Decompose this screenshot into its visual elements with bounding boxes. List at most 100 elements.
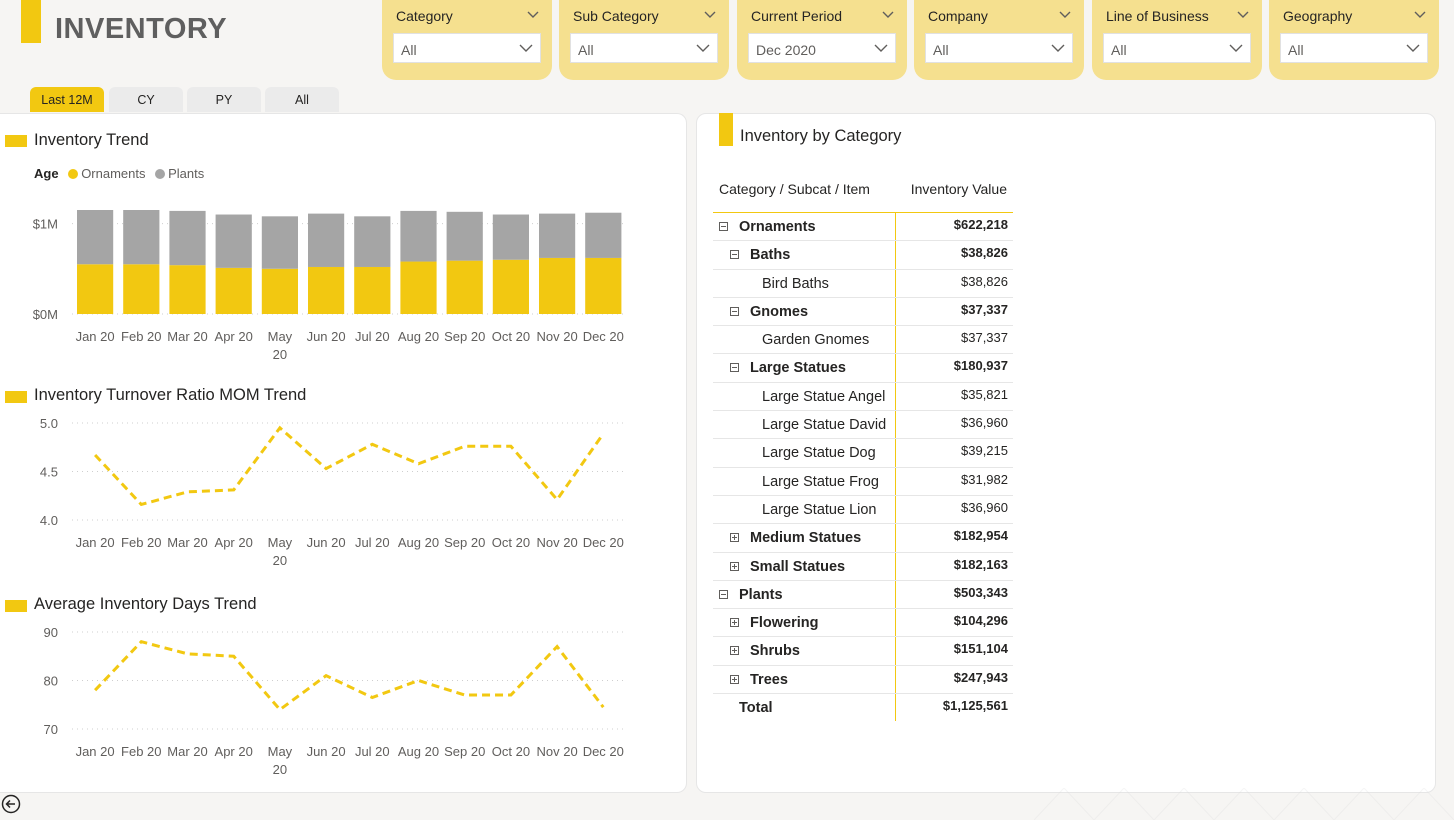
bar-plants[interactable]: [585, 212, 622, 258]
data-point[interactable]: [277, 425, 283, 431]
data-point[interactable]: [462, 692, 468, 698]
column-divider: [895, 241, 896, 269]
column-divider: [895, 382, 896, 411]
matrix-row-label: Plants: [739, 586, 783, 603]
chevron-down-icon[interactable]: [1236, 8, 1250, 22]
data-point[interactable]: [554, 644, 560, 650]
bar-plants[interactable]: [400, 210, 437, 262]
tab-last-12m[interactable]: Last 12M: [30, 87, 104, 112]
matrix-row-value: $622,218: [953, 217, 1008, 232]
data-point[interactable]: [369, 694, 375, 700]
bar-plants[interactable]: [492, 214, 529, 260]
chevron-down-icon[interactable]: [1413, 8, 1427, 22]
data-point[interactable]: [508, 692, 514, 698]
data-point[interactable]: [185, 651, 191, 657]
data-point[interactable]: [416, 461, 422, 467]
x-tick-label: Feb 20: [121, 744, 161, 759]
bar-ornaments[interactable]: [215, 267, 252, 314]
chevron-down-icon[interactable]: [881, 8, 895, 22]
bar-ornaments[interactable]: [261, 268, 298, 314]
chevron-down-icon[interactable]: [1228, 41, 1244, 55]
bar-plants[interactable]: [539, 213, 576, 258]
data-point[interactable]: [185, 489, 191, 495]
data-point[interactable]: [600, 704, 606, 710]
data-point[interactable]: [508, 443, 514, 449]
tab-cy[interactable]: CY: [109, 87, 183, 112]
data-point[interactable]: [369, 441, 375, 447]
chevron-down-icon[interactable]: [526, 8, 540, 22]
chevron-down-icon[interactable]: [873, 41, 889, 55]
bar-plants[interactable]: [261, 216, 298, 269]
collapse-icon[interactable]: [719, 589, 728, 599]
trend-line[interactable]: [94, 640, 605, 712]
data-point[interactable]: [92, 452, 98, 458]
data-point[interactable]: [138, 501, 144, 507]
bar-ornaments[interactable]: [123, 264, 160, 314]
chevron-down-icon[interactable]: [1058, 8, 1072, 22]
slicer-dropdown[interactable]: All: [393, 33, 541, 63]
bar-ornaments[interactable]: [77, 264, 114, 314]
chevron-down-icon[interactable]: [518, 41, 534, 55]
bar-plants[interactable]: [308, 213, 345, 267]
back-arrow-icon[interactable]: [1, 794, 21, 814]
slicer-dropdown[interactable]: All: [570, 33, 718, 63]
data-point[interactable]: [92, 687, 98, 693]
bar-plants[interactable]: [446, 211, 483, 261]
matrix-row: Garden Gnomes $37,337: [713, 326, 1013, 355]
x-tick-label: Feb 20: [121, 535, 161, 550]
data-point[interactable]: [231, 487, 237, 493]
data-point[interactable]: [462, 443, 468, 449]
bar-ornaments[interactable]: [539, 257, 576, 314]
bar-ornaments[interactable]: [354, 266, 391, 314]
expand-icon[interactable]: [730, 618, 739, 628]
slicer-dropdown[interactable]: All: [925, 33, 1073, 63]
bar-plants[interactable]: [354, 216, 391, 267]
data-point[interactable]: [231, 653, 237, 659]
collapse-icon[interactable]: [730, 250, 739, 260]
tab-py[interactable]: PY: [187, 87, 261, 112]
collapse-icon[interactable]: [730, 363, 739, 373]
x-tick-label: Oct 20: [492, 535, 530, 550]
slicer-dropdown[interactable]: All: [1103, 33, 1251, 63]
bar-plants[interactable]: [123, 210, 160, 265]
collapse-icon[interactable]: [730, 306, 739, 316]
matrix-col-category[interactable]: Category / Subcat / Item: [719, 181, 870, 197]
matrix-col-value[interactable]: Inventory Value: [911, 181, 1007, 197]
legend-item-plants[interactable]: Plants: [155, 166, 204, 181]
inventory-trend-chart[interactable]: $1M $0M Jan 20 Feb 20 Mar 20 Apr 20 May 20 Jun 2…: [0, 200, 686, 380]
data-point[interactable]: [416, 678, 422, 684]
slicer-dropdown[interactable]: Dec 2020: [748, 33, 896, 63]
expand-icon[interactable]: [730, 646, 739, 656]
chevron-down-icon[interactable]: [695, 41, 711, 55]
bar-ornaments[interactable]: [492, 259, 529, 314]
collapse-icon[interactable]: [719, 222, 728, 231]
trend-line[interactable]: [94, 425, 605, 507]
inventory-days-chart[interactable]: 90 80 70 Jan 20 Feb 20 Mar 20 Apr 20 May 20 Jun 2…: [0, 620, 686, 785]
data-point[interactable]: [138, 639, 144, 645]
bar-ornaments[interactable]: [585, 257, 622, 314]
chevron-down-icon[interactable]: [1050, 41, 1066, 55]
chevron-down-icon[interactable]: [1405, 41, 1421, 55]
chevron-down-icon[interactable]: [703, 8, 717, 22]
turnover-trend-chart[interactable]: 5.0 4.5 4.0 Jan 20 Feb 20 Mar 20 Apr 20 May 20 Ju…: [0, 410, 686, 570]
bar-ornaments[interactable]: [308, 266, 345, 314]
tab-all[interactable]: All: [265, 87, 339, 112]
data-point[interactable]: [323, 673, 329, 679]
data-point[interactable]: [600, 431, 606, 437]
data-point[interactable]: [554, 497, 560, 503]
slicer-dropdown[interactable]: All: [1280, 33, 1428, 63]
bar-plants[interactable]: [215, 214, 252, 268]
bar-ornaments[interactable]: [400, 261, 437, 314]
expand-icon[interactable]: [730, 533, 739, 543]
bar-ornaments[interactable]: [169, 265, 206, 314]
bar-ornaments[interactable]: [446, 260, 483, 314]
data-point[interactable]: [277, 707, 283, 713]
data-point[interactable]: [323, 466, 329, 472]
legend-item-ornaments[interactable]: Ornaments: [68, 166, 146, 181]
expand-icon[interactable]: [730, 674, 739, 684]
bar-plants[interactable]: [77, 210, 114, 265]
matrix-row: Ornaments $622,218: [713, 213, 1013, 242]
x-tick-label: Apr 20: [215, 535, 253, 550]
bar-plants[interactable]: [169, 210, 206, 266]
expand-icon[interactable]: [730, 561, 739, 571]
